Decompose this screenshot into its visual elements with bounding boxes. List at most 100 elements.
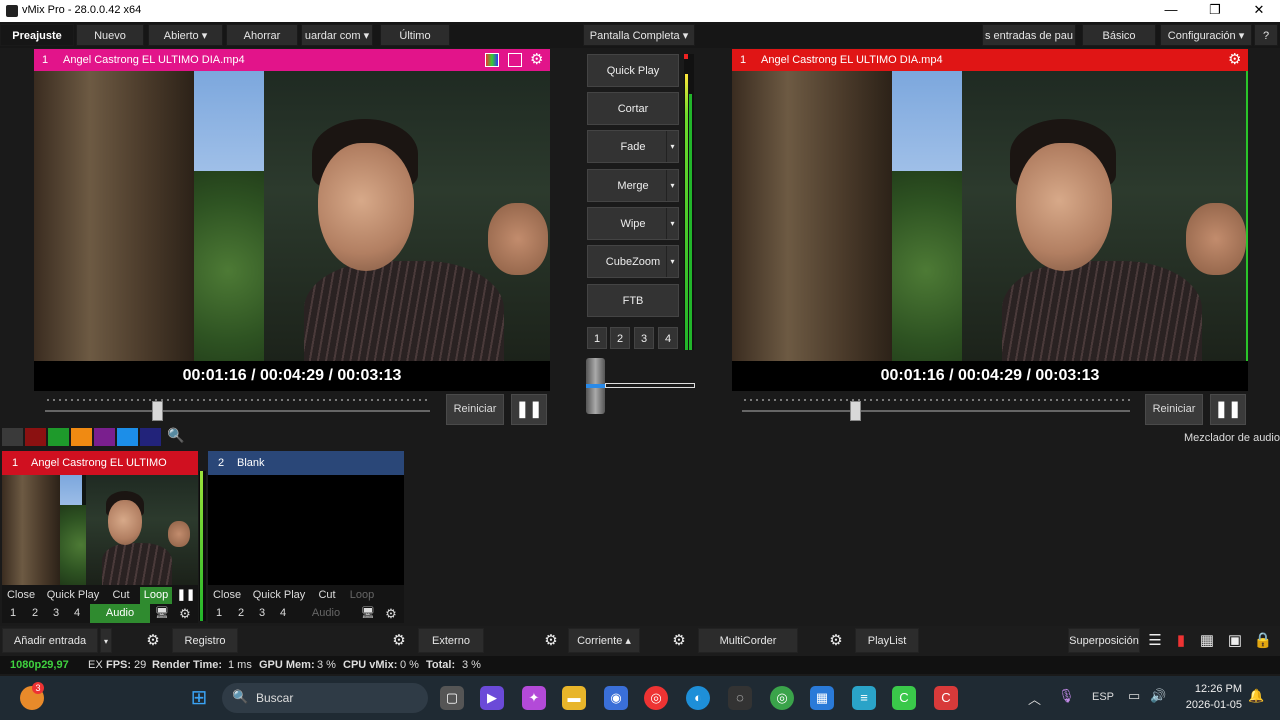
search-icon[interactable]: 🔍 xyxy=(166,427,186,447)
color-swatch-navy[interactable] xyxy=(140,428,161,446)
network-icon[interactable]: ▭ xyxy=(1128,688,1140,704)
preview-pause-icon[interactable]: ❚❚ xyxy=(511,394,547,425)
wipe-dropdown-icon[interactable]: ▾ xyxy=(666,208,678,239)
language-indicator[interactable]: ESP xyxy=(1092,691,1114,703)
input-2-quick-play-button[interactable]: Quick Play xyxy=(250,587,308,604)
input-2-thumbnail[interactable] xyxy=(208,475,404,585)
color-swatch-red[interactable] xyxy=(25,428,46,446)
snapshot-icon[interactable]: ▣ xyxy=(1222,628,1248,653)
playlist-button[interactable]: PlayList xyxy=(855,628,919,653)
fullscreen-button[interactable]: Pantalla Completa ▾ xyxy=(583,24,695,46)
input-2-monitor-icon[interactable]: 🖥 xyxy=(359,605,377,622)
record-button[interactable]: Registro xyxy=(172,628,238,653)
volume-icon[interactable]: 🔊 xyxy=(1150,688,1166,704)
output-scrub-bar[interactable] xyxy=(742,410,1130,412)
close-icon[interactable]: ✕ xyxy=(1244,2,1274,20)
edge-icon[interactable]: ◐ xyxy=(686,686,710,710)
add-input-button[interactable]: Añadir entrada xyxy=(2,628,98,653)
clock-date[interactable]: 2026-01-05 xyxy=(1180,699,1242,711)
preview-scrub-handle[interactable] xyxy=(151,401,163,421)
input-1-loop-button[interactable]: Loop xyxy=(140,587,172,604)
input-2-header[interactable]: 2 Blank xyxy=(208,451,404,475)
transition-2-button[interactable]: 2 xyxy=(610,327,630,349)
cut-button[interactable]: Cortar xyxy=(587,92,679,125)
task-view-icon[interactable]: ▢ xyxy=(440,686,464,710)
output-scrub-handle[interactable] xyxy=(849,401,861,421)
multicorder-gear-icon[interactable]: ⚙ xyxy=(666,628,692,653)
input-1-close-button[interactable]: Close xyxy=(4,587,38,604)
obs-icon[interactable]: ◌ xyxy=(728,686,752,710)
input-1-overlay-1[interactable]: 1 xyxy=(4,605,22,622)
output-gear-icon[interactable]: ⚙ xyxy=(1228,49,1241,71)
chrome-icon[interactable]: ◎ xyxy=(644,686,668,710)
input-1-overlay-3[interactable]: 3 xyxy=(47,605,65,622)
playlist-gear-icon[interactable]: ⚙ xyxy=(823,628,849,653)
input-2-overlay-3[interactable]: 3 xyxy=(253,605,271,622)
quick-play-button[interactable]: Quick Play xyxy=(587,54,679,87)
cubezoom-dropdown-icon[interactable]: ▾ xyxy=(666,246,678,277)
capcut-icon[interactable]: C xyxy=(892,686,916,710)
color-swatch-green[interactable] xyxy=(48,428,69,446)
input-2-cut-button[interactable]: Cut xyxy=(312,587,342,604)
preview-gear-icon[interactable]: ⚙ xyxy=(530,49,543,71)
taskbar-search[interactable]: 🔍 Buscar xyxy=(222,683,428,713)
last-button[interactable]: Último xyxy=(380,24,450,46)
app-red-icon[interactable]: C xyxy=(934,686,958,710)
file-explorer-icon[interactable]: ▬ xyxy=(562,686,586,710)
save-as-button[interactable]: uardar com ▾ xyxy=(301,24,373,46)
maximize-icon[interactable]: ❐ xyxy=(1200,2,1230,20)
multicorder-button[interactable]: MultiCorder xyxy=(698,628,798,653)
input-1-cut-button[interactable]: Cut xyxy=(106,587,136,604)
new-button[interactable]: Nuevo xyxy=(76,24,144,46)
audio-levels-icon[interactable]: ▮ xyxy=(1168,628,1194,653)
stream-gear-icon[interactable]: ⚙ xyxy=(538,628,564,653)
browser-icon[interactable]: ◉ xyxy=(604,686,628,710)
color-swatch-orange[interactable] xyxy=(71,428,92,446)
input-1-pause-icon[interactable]: ❚❚ xyxy=(176,587,196,604)
menu-icon[interactable]: ☰ xyxy=(1142,628,1168,653)
lock-icon[interactable]: 🔒 xyxy=(1250,628,1276,653)
add-input-dropdown-icon[interactable]: ▾ xyxy=(100,628,112,653)
tray-chevron-icon[interactable]: ︿ xyxy=(1028,689,1041,708)
grid-icon[interactable]: ▦ xyxy=(1194,628,1220,653)
input-1-thumbnail[interactable] xyxy=(2,475,198,585)
minimize-icon[interactable]: — xyxy=(1156,2,1186,20)
input-2-gear-icon[interactable]: ⚙ xyxy=(381,605,401,622)
output-restart-button[interactable]: Reiniciar xyxy=(1145,394,1203,425)
input-1-quick-play-button[interactable]: Quick Play xyxy=(44,587,102,604)
stream-button[interactable]: Corriente ▴ xyxy=(568,628,640,653)
notifications-icon[interactable]: 🔔 xyxy=(1248,688,1264,704)
copilot-icon[interactable]: ✦ xyxy=(522,686,546,710)
fade-button[interactable]: Fade ▾ xyxy=(587,130,679,163)
record-gear-icon[interactable]: ⚙ xyxy=(140,628,166,653)
notepad-icon[interactable]: ≡ xyxy=(852,686,876,710)
input-1-gear-icon[interactable]: ⚙ xyxy=(175,605,195,622)
t-bar-track[interactable] xyxy=(605,383,695,388)
color-swatch-purple[interactable] xyxy=(94,428,115,446)
chrome-profile-icon[interactable]: ◎ xyxy=(770,686,794,710)
pause-inputs-button[interactable]: s entradas de pau xyxy=(982,24,1076,46)
transition-1-button[interactable]: 1 xyxy=(587,327,607,349)
wipe-button[interactable]: Wipe ▾ xyxy=(587,207,679,240)
microphone-icon[interactable]: 🎙 xyxy=(1058,688,1075,704)
input-1-card[interactable]: 1 Angel Castrong EL ULTIMO DIA.mp4 Close… xyxy=(2,451,206,623)
audio-mixer-button[interactable]: Mezclador de audio xyxy=(1180,432,1280,446)
layers-icon[interactable] xyxy=(508,53,522,67)
input-2-overlay-4[interactable]: 4 xyxy=(274,605,292,622)
color-swatch-gray[interactable] xyxy=(2,428,23,446)
color-key-icon[interactable] xyxy=(485,53,499,67)
help-button[interactable]: ? xyxy=(1254,24,1278,46)
input-1-overlay-4[interactable]: 4 xyxy=(68,605,86,622)
input-1-header[interactable]: 1 Angel Castrong EL ULTIMO DIA.mp4 xyxy=(2,451,198,493)
merge-dropdown-icon[interactable]: ▾ xyxy=(666,170,678,201)
input-2-card[interactable]: 2 Blank Close Quick Play Cut Loop 1 2 3 … xyxy=(208,451,404,623)
vmix-taskbar-icon[interactable]: ▦ xyxy=(810,686,834,710)
preview-restart-button[interactable]: Reiniciar xyxy=(446,394,504,425)
merge-button[interactable]: Merge ▾ xyxy=(587,169,679,202)
color-swatch-blue[interactable] xyxy=(117,428,138,446)
external-gear-icon[interactable]: ⚙ xyxy=(386,628,412,653)
input-2-loop-button[interactable]: Loop xyxy=(346,587,378,604)
input-2-audio-button[interactable]: Audio xyxy=(296,605,356,622)
ftb-button[interactable]: FTB xyxy=(587,284,679,317)
save-button[interactable]: Ahorrar xyxy=(226,24,298,46)
